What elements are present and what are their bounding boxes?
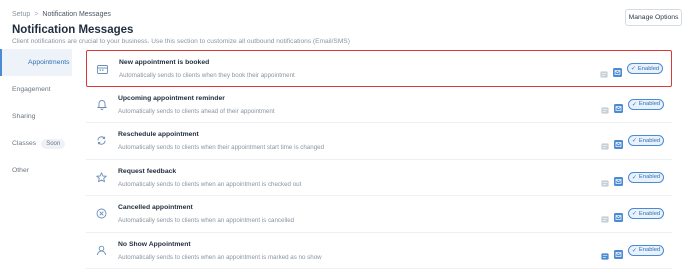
sidebar-item-sharing[interactable]: Sharing [0,103,72,130]
sms-icon[interactable] [601,210,609,223]
enabled-toggle[interactable]: ✓ Enabled [627,63,663,74]
notification-title[interactable]: New appointment is booked [119,59,209,66]
user-icon [96,245,107,256]
toggle-label: Enabled [638,101,661,107]
email-icon[interactable] [614,209,623,222]
enabled-toggle[interactable]: ✓ Enabled [628,171,664,183]
sms-icon[interactable] [601,137,609,150]
check-icon: ✓ [631,174,637,181]
enabled-toggle[interactable]: ✓ Enabled [628,208,664,219]
sidebar-item-classes[interactable]: Classes Soon [0,130,72,157]
breadcrumb-root[interactable]: Setup [12,11,30,18]
sidebar-item-engagement[interactable]: Engagement [0,76,72,103]
sidebar-item-label: Engagement [12,86,51,93]
notification-description: Automatically sends to clients when they… [119,72,295,79]
check-icon: ✓ [631,211,637,217]
email-icon[interactable] [614,136,623,149]
notification-row[interactable]: Cancelled appointment Automatically send… [86,196,672,233]
toggle-label: Enabled [638,210,661,217]
toggle-label: Enabled [638,137,661,144]
sidebar-item-label: Sharing [12,113,36,120]
notification-description: Automatically sends to clients ahead of … [118,107,275,115]
soon-badge: Soon [41,138,66,149]
notification-description: Automatically sends to clients when thei… [118,144,325,151]
sms-icon[interactable] [601,247,609,260]
sms-icon[interactable] [601,174,609,187]
notification-title[interactable]: Upcoming appointment reminder [118,95,225,102]
enabled-toggle[interactable]: ✓ Enabled [628,135,664,146]
sidebar-item-appointments[interactable]: Appointments [0,49,72,76]
sidebar-item-other[interactable]: Other [0,157,72,184]
bell-icon [96,99,107,110]
notification-title[interactable]: Request feedback [118,168,176,175]
check-icon: ✓ [631,138,637,144]
notification-title[interactable]: Reschedule appointment [118,131,199,138]
check-icon: ✓ [630,66,636,72]
toggle-label: Enabled [638,174,661,180]
email-icon[interactable] [614,173,623,186]
enabled-toggle[interactable]: ✓ Enabled [628,244,664,256]
notification-description: Automatically sends to clients when an a… [118,180,302,188]
notification-row[interactable]: Reschedule appointment Automatically sen… [86,123,672,160]
email-icon[interactable] [614,100,623,113]
toggle-label: Enabled [638,247,661,253]
notification-row[interactable]: No Show Appointment Automatically sends … [86,233,672,269]
breadcrumb-separator: > [34,11,39,18]
notification-row[interactable]: Request feedback Automatically sends to … [86,160,672,196]
calendar-icon [97,63,108,74]
notification-description: Automatically sends to clients when an a… [118,253,322,261]
cancel-icon [96,208,107,219]
breadcrumb-current: Notification Messages [42,11,111,18]
check-icon: ✓ [631,247,637,254]
enabled-toggle[interactable]: ✓ Enabled [628,98,664,110]
notification-title[interactable]: No Show Appointment [118,241,191,248]
refresh-icon [96,135,107,146]
sidebar-item-label: Other [12,167,29,174]
breadcrumb: Setup > Notification Messages [12,11,111,18]
notification-row[interactable]: Upcoming appointment reminder Automatica… [86,87,672,123]
check-icon: ✓ [631,101,637,108]
page-title: Notification Messages [12,24,134,36]
star-icon [96,171,107,183]
sidebar-item-label: Appointments [28,59,70,66]
email-icon[interactable] [613,64,622,77]
page-subtitle: Client notifications are crucial to your… [12,38,350,45]
notification-list: New appointment is booked Automatically … [86,50,672,269]
sidebar-item-label: Classes [12,140,37,147]
sidebar: Appointments Engagement Sharing Classes … [0,49,72,184]
notification-title[interactable]: Cancelled appointment [118,204,193,211]
toggle-label: Enabled [637,65,660,72]
notification-row[interactable]: New appointment is booked Automatically … [86,50,672,87]
sms-icon[interactable] [600,65,608,78]
sms-icon[interactable] [601,101,609,114]
email-icon[interactable] [614,246,623,259]
manage-options-button[interactable]: Manage Options [625,9,682,26]
notification-description: Automatically sends to clients when an a… [118,217,295,224]
